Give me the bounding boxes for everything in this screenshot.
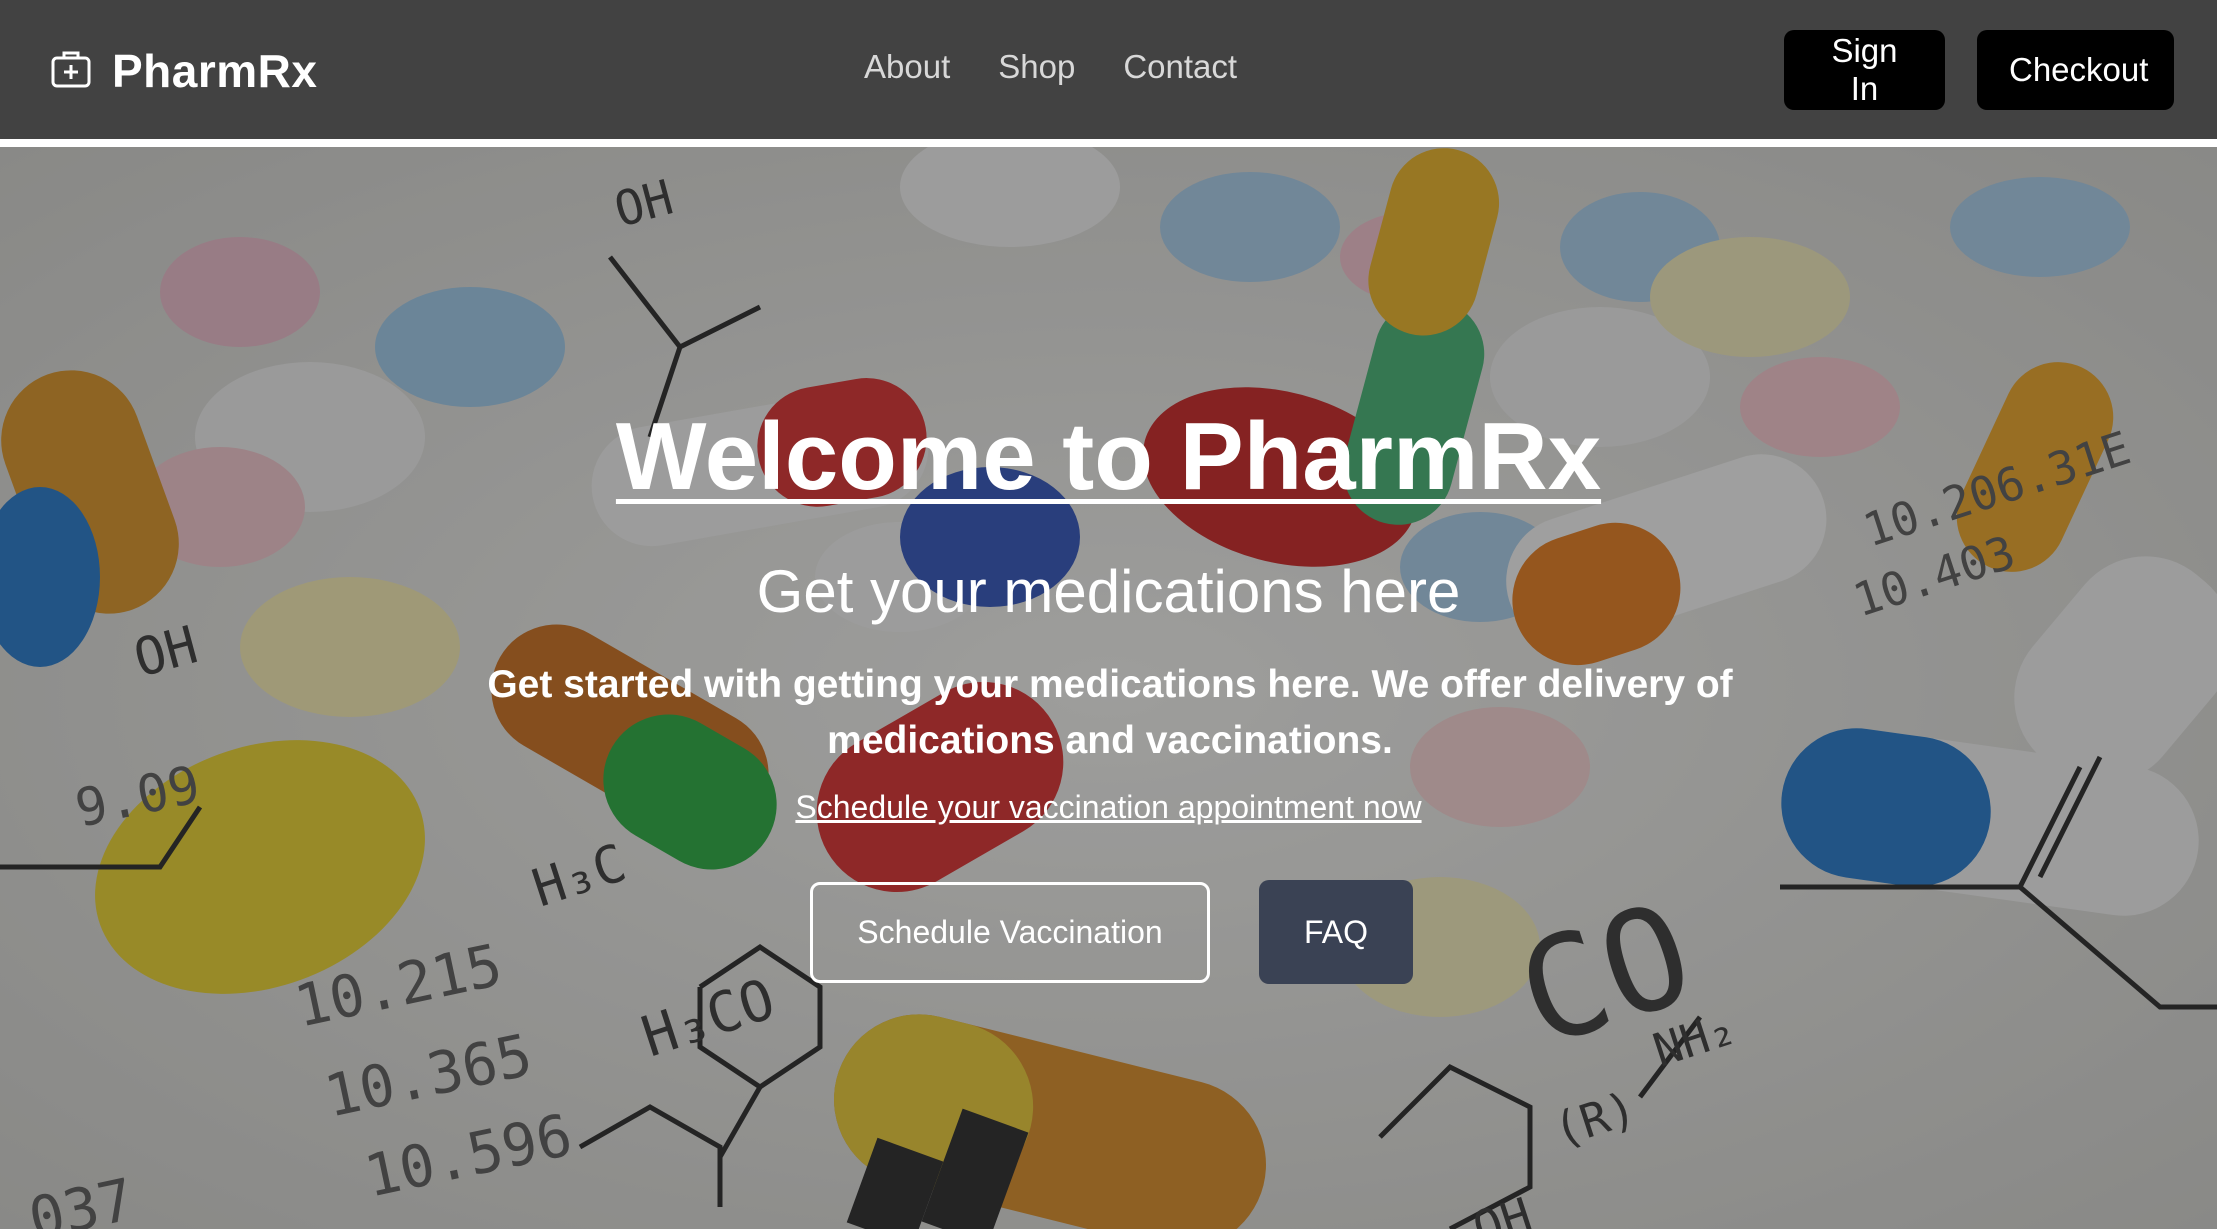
schedule-vaccination-button[interactable]: Schedule Vaccination: [810, 882, 1210, 983]
hero-title: Welcome to PharmRx: [615, 403, 1602, 510]
main-nav: About Shop Contact: [864, 48, 1237, 86]
brand-logo-link[interactable]: PharmRx: [50, 44, 317, 98]
checkout-button[interactable]: Checkout: [1977, 30, 2174, 110]
faq-button[interactable]: FAQ: [1259, 880, 1413, 984]
hero-description: Get started with getting your medication…: [487, 663, 1733, 762]
schedule-appointment-link[interactable]: Schedule your vaccination appointment no…: [0, 789, 2217, 826]
hero-subtitle: Get your medications here: [756, 558, 1461, 625]
top-navbar: PharmRx About Shop Contact Sign In Check…: [0, 0, 2217, 143]
nav-link-about[interactable]: About: [864, 48, 950, 86]
brand-name: PharmRx: [112, 45, 318, 97]
sign-in-button[interactable]: Sign In: [1784, 30, 1945, 110]
medical-kit-icon: [50, 48, 112, 95]
nav-link-contact[interactable]: Contact: [1123, 48, 1237, 86]
nav-link-shop[interactable]: Shop: [998, 48, 1075, 86]
hero-section: OH OH H₃C H₃CO CO OH NH₂ (R) 10.206.31E …: [0, 147, 2217, 1229]
